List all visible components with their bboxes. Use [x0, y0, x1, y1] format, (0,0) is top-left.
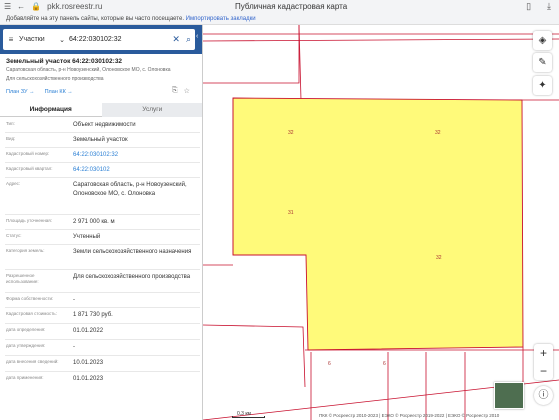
info-button[interactable]: ⓘ — [534, 386, 553, 405]
info-row-value: 01.01.2022 — [73, 328, 104, 334]
object-address: Саратовская область, р-н Новоузенский, О… — [6, 67, 171, 73]
info-row-value: 2 971 000 кв. м — [73, 219, 115, 225]
lock-icon: 🔒 — [31, 2, 42, 11]
clear-icon[interactable]: ✕ — [172, 34, 180, 45]
row-divider — [5, 307, 200, 308]
tab-services[interactable]: Услуги — [101, 103, 202, 117]
page-title: Публичная кадастровая карта — [235, 2, 348, 11]
info-row-label: Кадастровый номер: — [6, 151, 50, 156]
address-bar[interactable]: pkk.rosreestr.ru — [47, 2, 102, 11]
parcel-label: 32 — [435, 130, 441, 136]
info-row-value[interactable]: 64:22:030102:32 — [73, 151, 198, 160]
info-row-value[interactable]: 64:22:030102 — [73, 166, 198, 175]
row-divider — [5, 269, 200, 270]
plan-zu-link[interactable]: План ЗУ → — [6, 89, 35, 95]
selected-parcel[interactable] — [232, 97, 524, 351]
cadastral-map[interactable]: 32 32 31 32 6 6 — [203, 25, 559, 420]
row-divider — [5, 214, 200, 215]
row-divider — [5, 177, 200, 178]
import-bookmarks-link[interactable]: Импортировать закладки — [186, 16, 256, 22]
browser-titlebar: ☰ ← 🔒 pkk.rosreestr.ru Публичная кадастр… — [0, 0, 559, 13]
zoom-out-button[interactable]: − — [534, 362, 553, 380]
search-input[interactable] — [69, 36, 159, 43]
info-row-value: Для сельскохозяйственного производства — [73, 274, 191, 280]
collapse-panel-icon[interactable]: ‹ — [196, 33, 202, 46]
bookmark-hint: Добавляйте на эту панель сайты, которые … — [6, 16, 184, 22]
row-divider — [5, 355, 200, 356]
row-divider — [5, 147, 200, 148]
info-panel: ≡ Участки ⌄ ✕ ⌕ ‹ Земельный участок 64:2… — [0, 25, 203, 420]
zoom-in-button[interactable]: + — [534, 344, 553, 362]
info-row-label: Кадастровая стоимость: — [6, 311, 57, 316]
info-row-value: Земельный участок — [73, 137, 128, 143]
ruler-button[interactable]: ✎ — [533, 53, 552, 72]
object-header: Земельный участок 64:22:030102:32 Сарато… — [6, 58, 198, 83]
parcel-label: 6 — [328, 361, 331, 367]
object-type-label: Участки — [19, 35, 45, 43]
info-row-label: Адрес: — [6, 181, 21, 186]
info-row-value: Саратовская область, р-н Новоузенский, О… — [73, 182, 187, 197]
bookmarks-bar: Добавляйте на эту панель сайты, которые … — [0, 13, 559, 25]
locate-button[interactable]: ✦ — [533, 76, 552, 95]
info-row-label: дата внесения сведений: — [6, 359, 59, 364]
info-row-label: дата утверждения: — [6, 343, 46, 348]
parcel-label: 32 — [288, 130, 294, 136]
hamburger-icon[interactable]: ≡ — [3, 35, 19, 44]
object-type-select[interactable]: Участки ⌄ — [19, 36, 69, 44]
row-divider — [5, 323, 200, 324]
info-row-value: - — [73, 297, 75, 303]
info-row-label: Вид: — [6, 136, 16, 141]
row-divider — [5, 292, 200, 293]
parcel-label: 6 — [383, 361, 386, 367]
info-row-label: дата применения: — [6, 375, 44, 380]
info-row-label: Категория земель: — [6, 248, 45, 253]
info-row-label: Форма собственности: — [6, 296, 54, 301]
row-divider — [5, 162, 200, 163]
layers-button[interactable]: ◈ — [533, 31, 552, 50]
info-row-value: - — [73, 344, 75, 350]
back-icon[interactable]: ← — [17, 2, 25, 11]
row-divider — [5, 371, 200, 372]
search-icon[interactable]: ⌕ — [186, 34, 191, 45]
object-usage: Для сельскохозяйственного производства — [6, 76, 104, 82]
panel-tabs: Информация Услуги — [0, 103, 202, 117]
row-divider — [5, 244, 200, 245]
favorite-star-icon[interactable]: ☆ — [184, 87, 190, 95]
row-divider — [5, 229, 200, 230]
parcel-label: 31 — [288, 210, 294, 216]
bookmark-icon[interactable]: ▯ — [526, 1, 531, 12]
menu-icon[interactable]: ☰ — [4, 2, 11, 11]
map-canvas[interactable] — [203, 25, 559, 420]
attribution: ПКК © Росреестр 2010-2023 | ЕЭКО © Росре… — [319, 413, 500, 418]
info-row-value: Объект недвижимости — [73, 122, 136, 128]
row-divider — [5, 132, 200, 133]
download-icon[interactable]: ⤓ — [547, 1, 551, 12]
info-row-value: 01.01.2023 — [73, 376, 104, 382]
info-row-value: Учтенный — [73, 234, 101, 240]
info-row-label: Кадастровый квартал: — [6, 166, 53, 171]
basemap-thumbnail[interactable] — [494, 382, 524, 409]
info-row-label: дата определения: — [6, 327, 46, 332]
info-row-label: Тип: — [6, 121, 15, 126]
info-row-label: Разрешенное использование: — [6, 273, 39, 284]
chevron-down-icon: ⌄ — [59, 36, 65, 44]
info-row-value: 10.01.2023 — [73, 360, 104, 366]
tab-info[interactable]: Информация — [0, 103, 102, 117]
plan-kk-link[interactable]: План КК → — [45, 89, 73, 95]
row-divider — [5, 339, 200, 340]
info-row-value: 1 871 730 руб. — [73, 312, 113, 318]
info-row-label: Площадь уточненная: — [6, 218, 52, 223]
info-row-label: Статус: — [6, 233, 22, 238]
share-icon[interactable]: ⎘ — [172, 87, 178, 95]
parcel-label: 32 — [436, 255, 442, 261]
object-title: Земельный участок 64:22:030102:32 — [6, 58, 123, 65]
search-bar: ≡ Участки ⌄ ✕ ⌕ ‹ — [0, 25, 202, 54]
info-row-value: Земли сельскохозяйственного назначения — [73, 249, 192, 255]
zoom-control: + − — [534, 344, 553, 380]
scale-bar — [232, 416, 265, 418]
search-box: ≡ Участки ⌄ ✕ ⌕ — [3, 29, 195, 50]
